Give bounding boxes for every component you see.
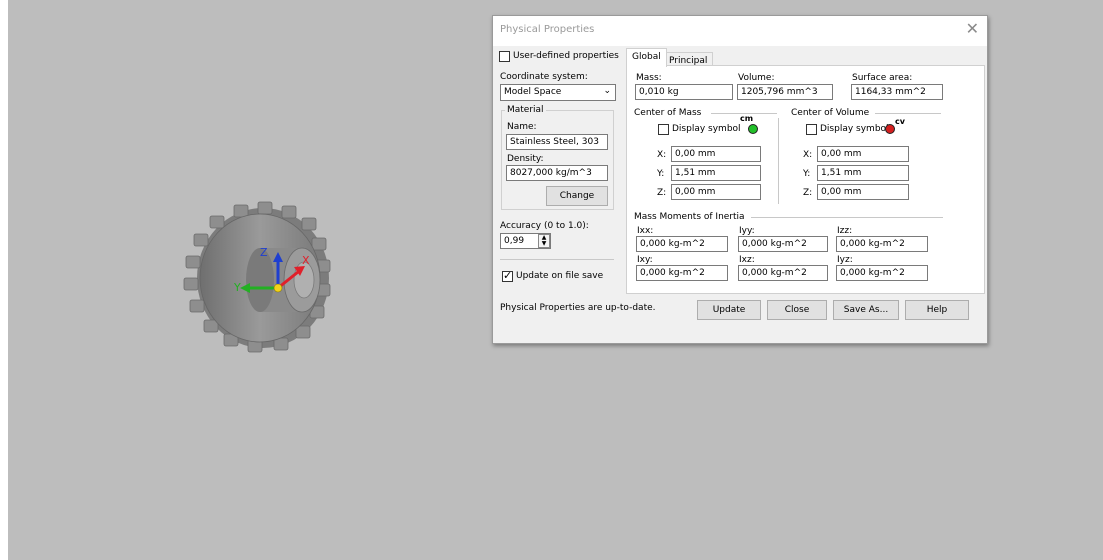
- density-label: Density:: [507, 154, 544, 164]
- cov-z-label: Z:: [803, 188, 813, 198]
- cov-x-label: X:: [803, 150, 813, 160]
- material-name-label: Name:: [507, 122, 537, 132]
- material-name-field[interactable]: Stainless Steel, 303: [506, 134, 608, 150]
- mass-label: Mass:: [636, 73, 662, 83]
- coordinate-system-value: Model Space: [504, 87, 562, 97]
- update-button[interactable]: Update: [697, 300, 761, 320]
- coordinate-system-select[interactable]: Model Space ⌄: [500, 84, 616, 101]
- density-field[interactable]: 8027,000 kg/m^3: [506, 165, 608, 181]
- user-defined-checkbox[interactable]: [499, 51, 510, 62]
- com-display-checkbox[interactable]: [658, 124, 669, 135]
- left-separator: [500, 259, 614, 260]
- iyz-label: Iyz:: [837, 255, 853, 265]
- surface-area-label: Surface area:: [852, 73, 913, 83]
- cov-display-checkbox[interactable]: [806, 124, 817, 135]
- ixx-label: Ixx:: [637, 226, 654, 236]
- com-display-label: Display symbol: [672, 124, 741, 134]
- center-separator: [778, 118, 779, 204]
- y-axis-label: Y: [233, 281, 241, 294]
- tab-global[interactable]: Global: [626, 48, 667, 67]
- origin-point: [273, 283, 283, 293]
- dialog-titlebar[interactable]: Physical Properties ✕: [493, 16, 987, 46]
- izz-label: Izz:: [837, 226, 853, 236]
- com-z-field[interactable]: 0,00 mm: [671, 184, 761, 200]
- cov-group-line: [875, 113, 941, 114]
- save-as-button[interactable]: Save As...: [833, 300, 899, 320]
- mass-field[interactable]: 0,010 kg: [635, 84, 733, 100]
- ixz-label: Ixz:: [739, 255, 755, 265]
- volume-field[interactable]: 1205,796 mm^3: [737, 84, 833, 100]
- inertia-group-label: Mass Moments of Inertia: [634, 212, 745, 222]
- ixy-label: Ixy:: [637, 255, 653, 265]
- iyz-field[interactable]: 0,000 kg-m^2: [836, 265, 928, 281]
- com-z-label: Z:: [657, 188, 667, 198]
- accuracy-spinner[interactable]: ▲ ▼: [538, 234, 550, 248]
- material-group-label: Material: [505, 105, 546, 115]
- cov-y-label: Y:: [803, 169, 811, 179]
- cov-symbol-text: cv: [895, 117, 905, 126]
- cov-display-label: Display symbol: [820, 124, 889, 134]
- cov-x-field[interactable]: 0,00 mm: [817, 146, 909, 162]
- user-defined-label: User-defined properties: [513, 51, 619, 61]
- coordinate-system-label: Coordinate system:: [500, 72, 588, 82]
- center-of-mass-label: Center of Mass: [634, 108, 702, 118]
- gear-model[interactable]: Z Y X: [178, 200, 378, 360]
- close-button[interactable]: Close: [767, 300, 827, 320]
- accuracy-value: 0,99: [504, 236, 525, 246]
- chevron-down-icon: ⌄: [603, 86, 611, 96]
- cov-z-field[interactable]: 0,00 mm: [817, 184, 909, 200]
- center-of-mass-icon: [748, 124, 758, 134]
- volume-label: Volume:: [738, 73, 775, 83]
- global-panel: Mass: 0,010 kg Volume: 1205,796 mm^3 Sur…: [626, 65, 985, 294]
- cov-y-field[interactable]: 1,51 mm: [817, 165, 909, 181]
- x-axis-label: X: [302, 254, 310, 267]
- status-text: Physical Properties are up-to-date.: [500, 303, 656, 313]
- dialog-title: Physical Properties: [500, 24, 595, 35]
- center-of-volume-label: Center of Volume: [791, 108, 870, 118]
- change-button[interactable]: Change: [546, 186, 608, 206]
- help-button[interactable]: Help: [905, 300, 969, 320]
- izz-field[interactable]: 0,000 kg-m^2: [836, 236, 928, 252]
- ixz-field[interactable]: 0,000 kg-m^2: [738, 265, 828, 281]
- accuracy-label: Accuracy (0 to 1.0):: [500, 221, 589, 231]
- surface-area-field[interactable]: 1164,33 mm^2: [851, 84, 943, 100]
- com-x-label: X:: [657, 150, 667, 160]
- close-icon[interactable]: ✕: [966, 20, 979, 38]
- ixx-field[interactable]: 0,000 kg-m^2: [636, 236, 728, 252]
- center-of-volume-icon: [885, 124, 895, 134]
- iyy-field[interactable]: 0,000 kg-m^2: [738, 236, 828, 252]
- update-on-save-label: Update on file save: [516, 271, 604, 281]
- physical-properties-dialog: Physical Properties ✕ User-defined prope…: [492, 15, 988, 344]
- com-x-field[interactable]: 0,00 mm: [671, 146, 761, 162]
- iyy-label: Iyy:: [739, 226, 755, 236]
- inertia-group-line: [751, 217, 943, 218]
- com-y-field[interactable]: 1,51 mm: [671, 165, 761, 181]
- ixy-field[interactable]: 0,000 kg-m^2: [636, 265, 728, 281]
- z-axis-label: Z: [260, 246, 268, 259]
- com-symbol-text: cm: [740, 114, 754, 123]
- com-y-label: Y:: [657, 169, 665, 179]
- update-on-save-checkbox[interactable]: [502, 269, 513, 282]
